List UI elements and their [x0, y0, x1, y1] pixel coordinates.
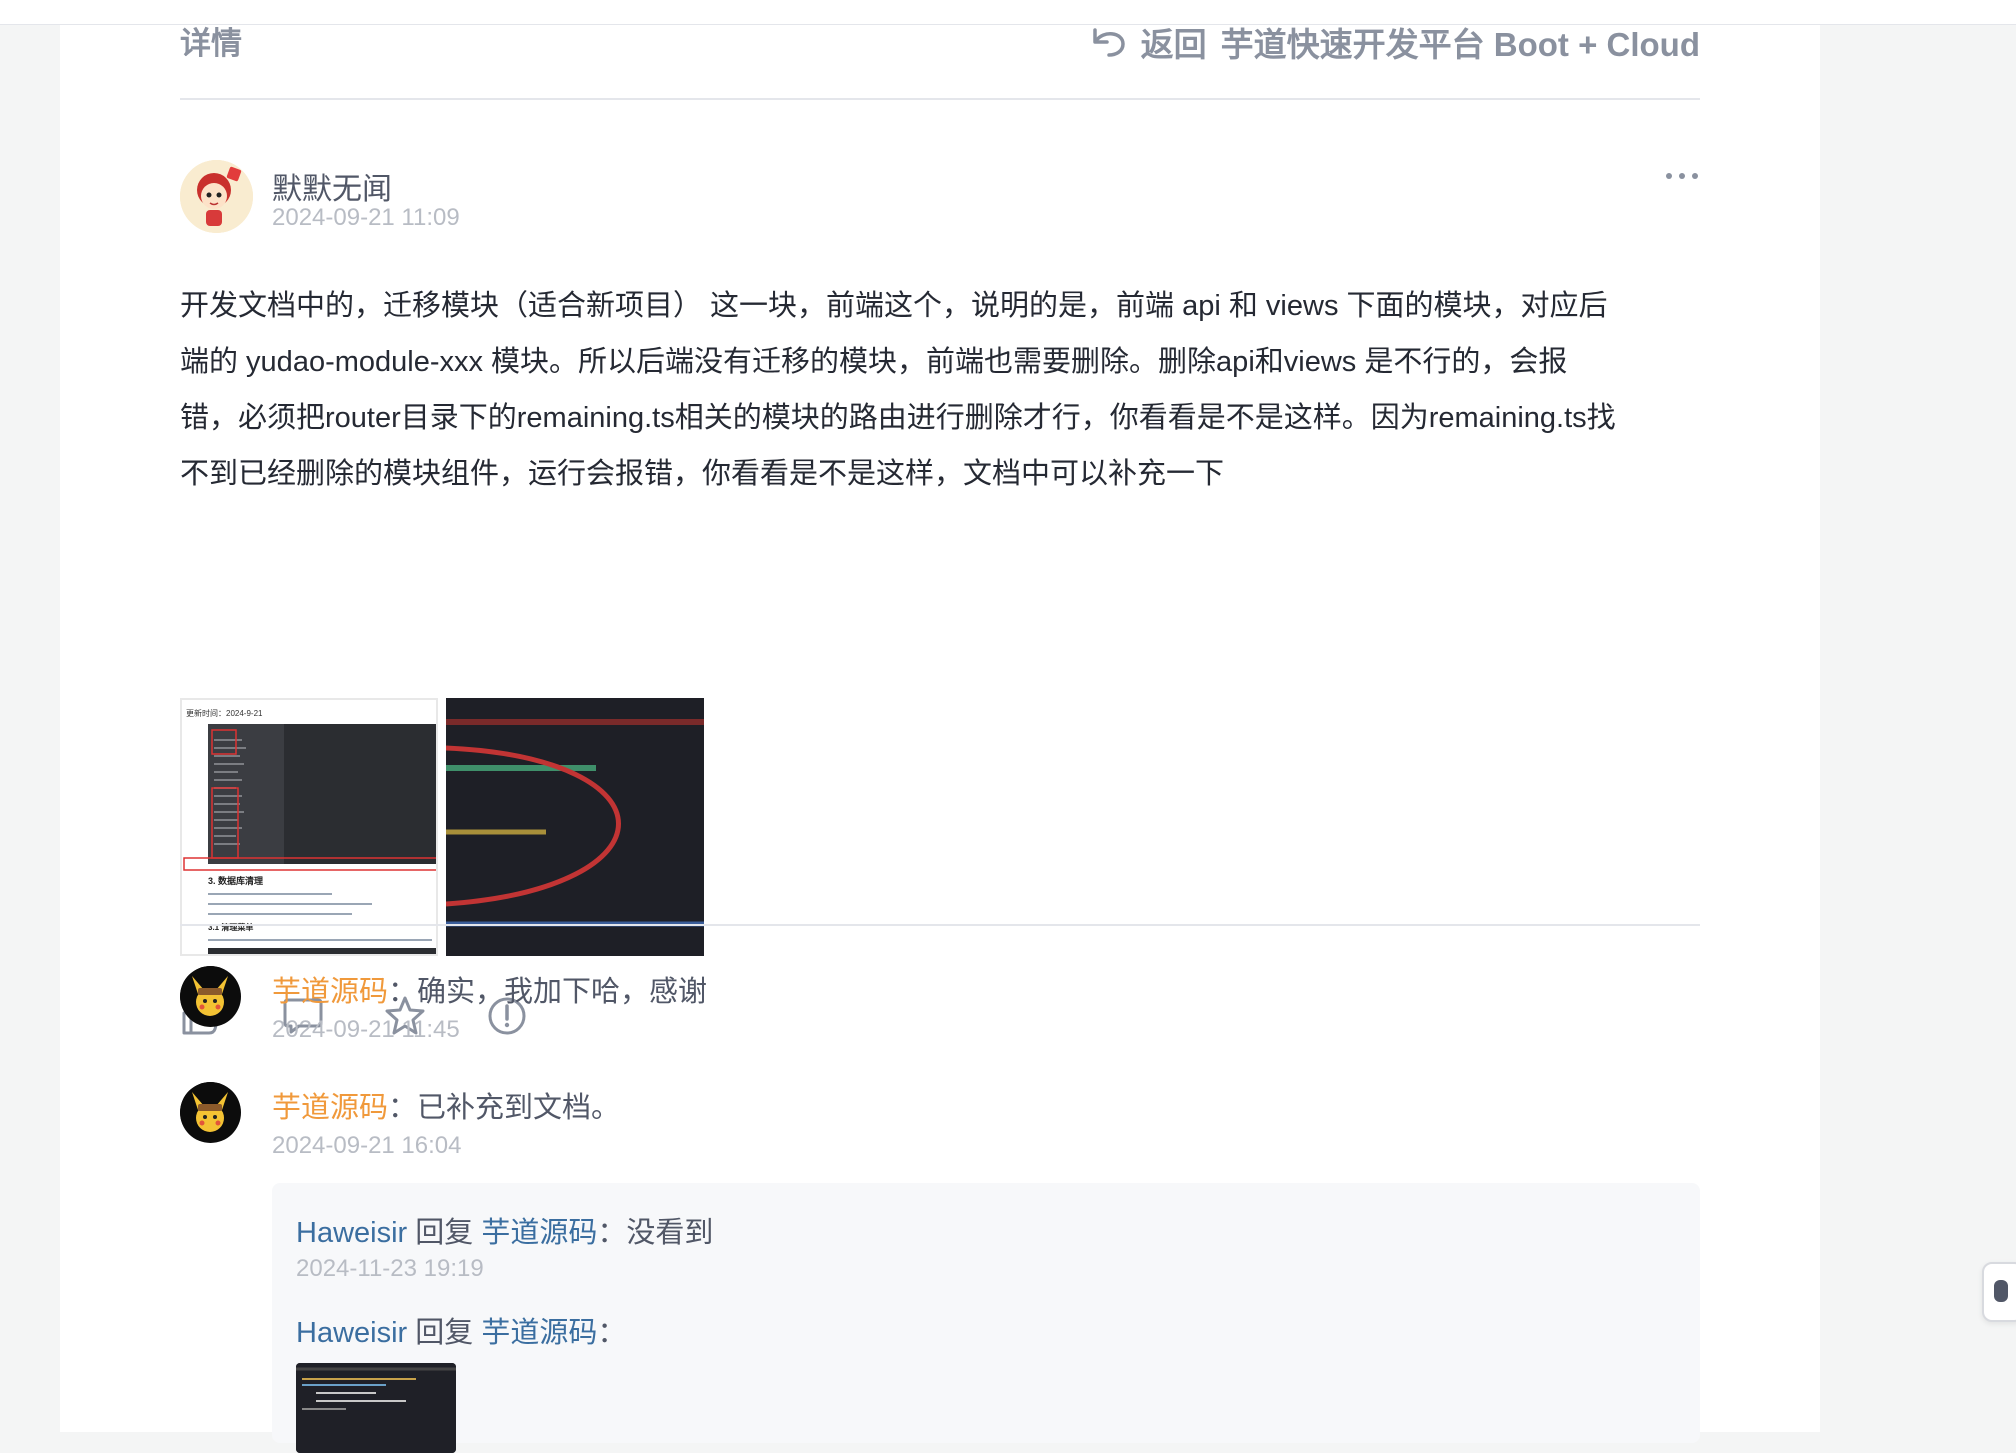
- more-options-icon[interactable]: [1664, 164, 1700, 188]
- thumb-section-heading: 3. 数据库清理: [208, 875, 263, 886]
- divider: [180, 924, 1700, 926]
- post-body-line: 不到已经删除的模块组件，运行会报错，你看看是不是这样，文档中可以补充一下: [180, 458, 1225, 490]
- post-body-line: 端的 yudao-module-xxx 模块。所以后端没有迁移的模块，前端也需要…: [180, 346, 1568, 378]
- comment-line: 芋道源码：确实，我加下哈，感谢: [272, 968, 707, 1010]
- reply-word: 回复: [407, 1217, 482, 1249]
- reply-author[interactable]: Haweisir: [296, 1217, 407, 1249]
- back-arrow-icon[interactable]: [1089, 24, 1129, 60]
- content-card: 详情 返回 芋道快速开发平台 Boot + Cloud 默默无闻 2024-09…: [60, 0, 1820, 1453]
- code-screenshot-image: [446, 698, 704, 956]
- platform-title: 芋道快速开发平台 Boot + Cloud: [1220, 26, 1700, 63]
- post-body-line: 错，必须把router目录下的remaining.ts相关的模块的路由进行删除才…: [180, 402, 1616, 434]
- post-body: 开发文档中的，迁移模块（适合新项目） 这一块，前端这个，说明的是，前端 api …: [180, 278, 1700, 502]
- reply-code-image: [296, 1363, 456, 1453]
- comment-line: 芋道源码：已补充到文档。: [272, 1084, 620, 1126]
- post-time: 2024-09-21 11:09: [272, 204, 460, 231]
- pikachu-avatar-icon: [180, 966, 240, 1026]
- thumb-update-time: 更新时间：2024-9-21: [186, 708, 263, 718]
- reply-word: 回复: [407, 1317, 482, 1349]
- reply-image-thumbnail[interactable]: [296, 1363, 456, 1453]
- post-image-thumbnail[interactable]: [446, 698, 704, 956]
- reply-target[interactable]: 芋道源码: [481, 1317, 597, 1349]
- commenter-name[interactable]: 芋道源码: [272, 1092, 388, 1124]
- top-bar: [0, 0, 2016, 25]
- reply-text: ：没看到: [597, 1217, 714, 1249]
- avatar-illustration-icon: [180, 160, 253, 233]
- reply-list: Haweisir 回复 芋道源码：没看到 2024-11-23 19:19 Ha…: [272, 1183, 1700, 1453]
- post-body-line: 开发文档中的，迁移模块（适合新项目） 这一块，前端这个，说明的是，前端 api …: [180, 290, 1608, 322]
- doc-screenshot-image: 更新时间：2024-9-21 3. 数据库清理 3.1 清理菜单: [182, 700, 436, 954]
- commenter-avatar[interactable]: [180, 966, 241, 1027]
- reply-line: Haweisir 回复 芋道源码：: [296, 1309, 626, 1351]
- reply-author[interactable]: Haweisir: [296, 1317, 407, 1349]
- floating-side-button[interactable]: [1982, 1262, 2016, 1322]
- post-image-thumbnail[interactable]: 更新时间：2024-9-21 3. 数据库清理 3.1 清理菜单: [180, 698, 438, 956]
- back-link[interactable]: 返回: [1141, 18, 1207, 66]
- commenter-avatar[interactable]: [180, 1082, 241, 1143]
- comment-time: 2024-09-21 16:04: [272, 1132, 462, 1159]
- reply-time: 2024-11-23 19:19: [296, 1255, 484, 1282]
- reply-line: Haweisir 回复 芋道源码：没看到: [296, 1209, 713, 1251]
- author-name[interactable]: 默默无闻: [272, 164, 392, 208]
- post-images: 更新时间：2024-9-21 3. 数据库清理 3.1 清理菜单: [180, 698, 720, 960]
- header-right: 返回 芋道快速开发平台 Boot + Cloud: [1089, 18, 1700, 66]
- comment-text: ：确实，我加下哈，感谢: [388, 976, 708, 1008]
- commenter-name[interactable]: 芋道源码: [272, 976, 388, 1008]
- comment-text: ：已补充到文档。: [388, 1092, 621, 1124]
- reply-text: ：: [597, 1317, 627, 1349]
- helper-icon: [1994, 1280, 2008, 1302]
- detail-header: 详情 返回 芋道快速开发平台 Boot + Cloud: [180, 18, 1700, 100]
- reply-target[interactable]: 芋道源码: [481, 1217, 597, 1249]
- pikachu-avatar-icon: [180, 1082, 240, 1142]
- comment-time: 2024-09-21 11:45: [272, 1016, 460, 1043]
- author-avatar[interactable]: [180, 160, 253, 233]
